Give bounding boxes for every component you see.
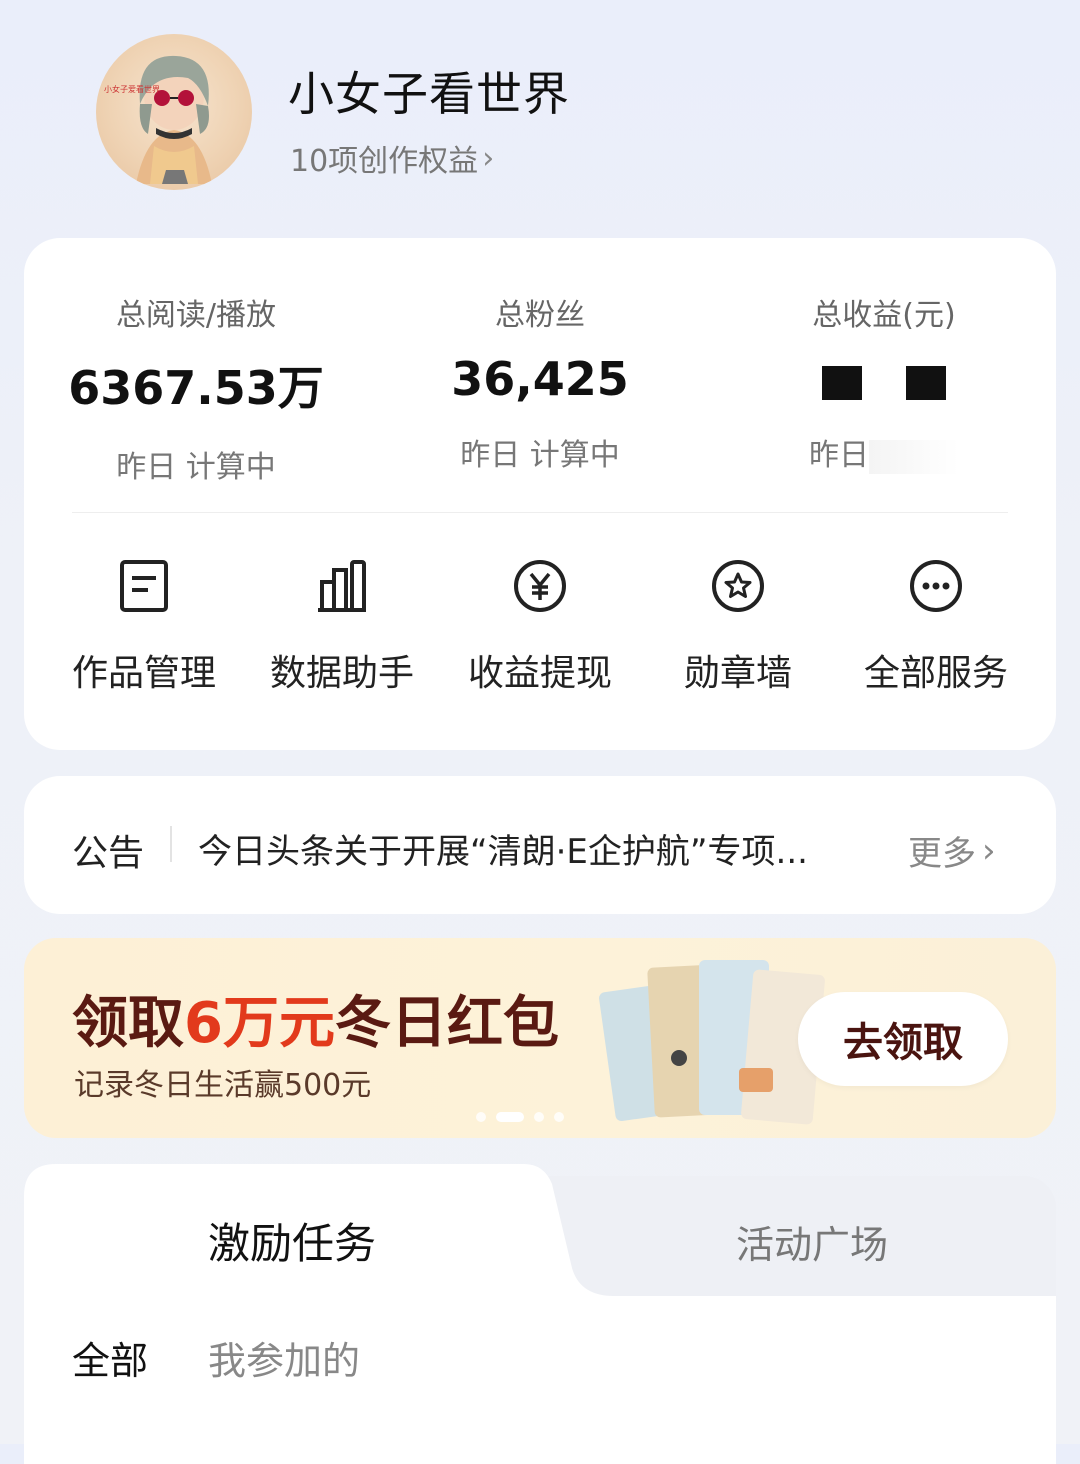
carousel-dot (476, 1112, 486, 1122)
tab-activity-plaza[interactable]: 活动广场 (736, 1214, 888, 1269)
announcement-title: 公告 (72, 833, 145, 874)
chevron-right-icon: › (982, 830, 996, 871)
service-medal-wall[interactable]: 勋章墙 (638, 558, 838, 696)
service-label: 全部服务 (863, 653, 1008, 694)
stats-card: 总阅读/播放 6367.53万 昨日 计算中 总粉丝 36,425 昨日 计算中… (24, 238, 1056, 750)
stat-sub-text: 昨日 (809, 438, 869, 473)
avatar[interactable]: 小女子爱看世界 (96, 34, 252, 190)
document-icon (120, 560, 168, 612)
stat-total-fans[interactable]: 总粉丝 36,425 昨日 计算中 (390, 290, 690, 474)
filter-joined[interactable]: 我参加的 (208, 1330, 360, 1385)
service-works-management[interactable]: 作品管理 (44, 558, 244, 696)
more-circle-icon (910, 560, 962, 612)
stat-total-earnings[interactable]: 总收益(元) 昨日 (734, 290, 1034, 474)
medal-icon (712, 560, 764, 612)
service-label: 数据助手 (269, 653, 414, 694)
bar-chart-icon (318, 560, 366, 612)
avatar-caption: 小女子爱看世界 (104, 85, 160, 94)
claim-button[interactable]: 去领取 (798, 992, 1008, 1086)
stat-label: 总阅读/播放 (115, 298, 277, 333)
promo-banner[interactable]: 领取6万元冬日红包 记录冬日生活赢500元 去领取 (24, 938, 1056, 1138)
carousel-dot-active (496, 1112, 524, 1122)
redaction-block (906, 365, 946, 400)
announcement-bar[interactable]: 公告 今日头条关于开展“清朗·E企护航”专项... 更多 › (24, 776, 1056, 914)
username[interactable]: 小女子看世界 (288, 58, 570, 124)
more-label: 更多 (908, 834, 976, 874)
banner-title-pre: 领取 (72, 991, 184, 1056)
yen-circle-icon (514, 560, 566, 612)
carousel-indicator (476, 1112, 564, 1122)
stat-label: 总粉丝 (495, 298, 585, 333)
stat-value: 6367.53万 (68, 361, 324, 415)
creator-rights-link[interactable]: 10项创作权益 › (290, 136, 494, 180)
banner-title-highlight: 6万元 (184, 991, 335, 1056)
banner-subtitle: 记录冬日生活赢500元 (74, 1068, 372, 1103)
banner-title: 领取6万元冬日红包 (72, 978, 559, 1059)
announcement-text[interactable]: 今日头条关于开展“清朗·E企护航”专项... (198, 824, 858, 873)
tab-active-background (24, 1164, 1056, 1464)
stat-value: 36,425 (451, 352, 629, 406)
stat-sub: 昨日 计算中 (116, 450, 276, 485)
stat-total-reads[interactable]: 总阅读/播放 6367.53万 昨日 计算中 (46, 290, 346, 486)
winter-cards-illustration (599, 960, 825, 1125)
divider (170, 826, 172, 862)
announcement-more-link[interactable]: 更多 › (908, 826, 996, 875)
creator-rights-label: 10项创作权益 (290, 144, 479, 179)
service-earnings-withdraw[interactable]: 收益提现 (440, 558, 640, 696)
redaction-block (822, 365, 862, 400)
service-data-assistant[interactable]: 数据助手 (242, 558, 442, 696)
profile-header: 小女子爱看世界 小女子看世界 10项创作权益 › (0, 0, 1080, 240)
stat-sub: 昨日 (734, 430, 1034, 474)
service-label: 作品管理 (71, 653, 216, 694)
banner-title-post: 冬日红包 (334, 991, 559, 1056)
service-label: 勋章墙 (683, 653, 792, 694)
stat-value-redacted (734, 352, 1034, 406)
chevron-right-icon: › (482, 140, 495, 176)
carousel-dot (554, 1112, 564, 1122)
tasks-section: 激励任务 活动广场 全部 我参加的 (24, 1164, 1056, 1464)
stat-sub: 昨日 计算中 (460, 438, 620, 473)
tab-incentive-tasks[interactable]: 激励任务 (208, 1210, 376, 1271)
services-row: 作品管理 数据助手 收益提现 勋章墙 全部服务 (24, 558, 1056, 708)
avatar-illustration (136, 55, 212, 184)
stat-label: 总收益(元) (812, 298, 956, 333)
filter-all[interactable]: 全部 (72, 1330, 148, 1385)
service-label: 收益提现 (467, 653, 612, 694)
carousel-dot (534, 1112, 544, 1122)
service-all-services[interactable]: 全部服务 (836, 558, 1036, 696)
divider (72, 512, 1008, 513)
redaction-fade (869, 439, 959, 474)
